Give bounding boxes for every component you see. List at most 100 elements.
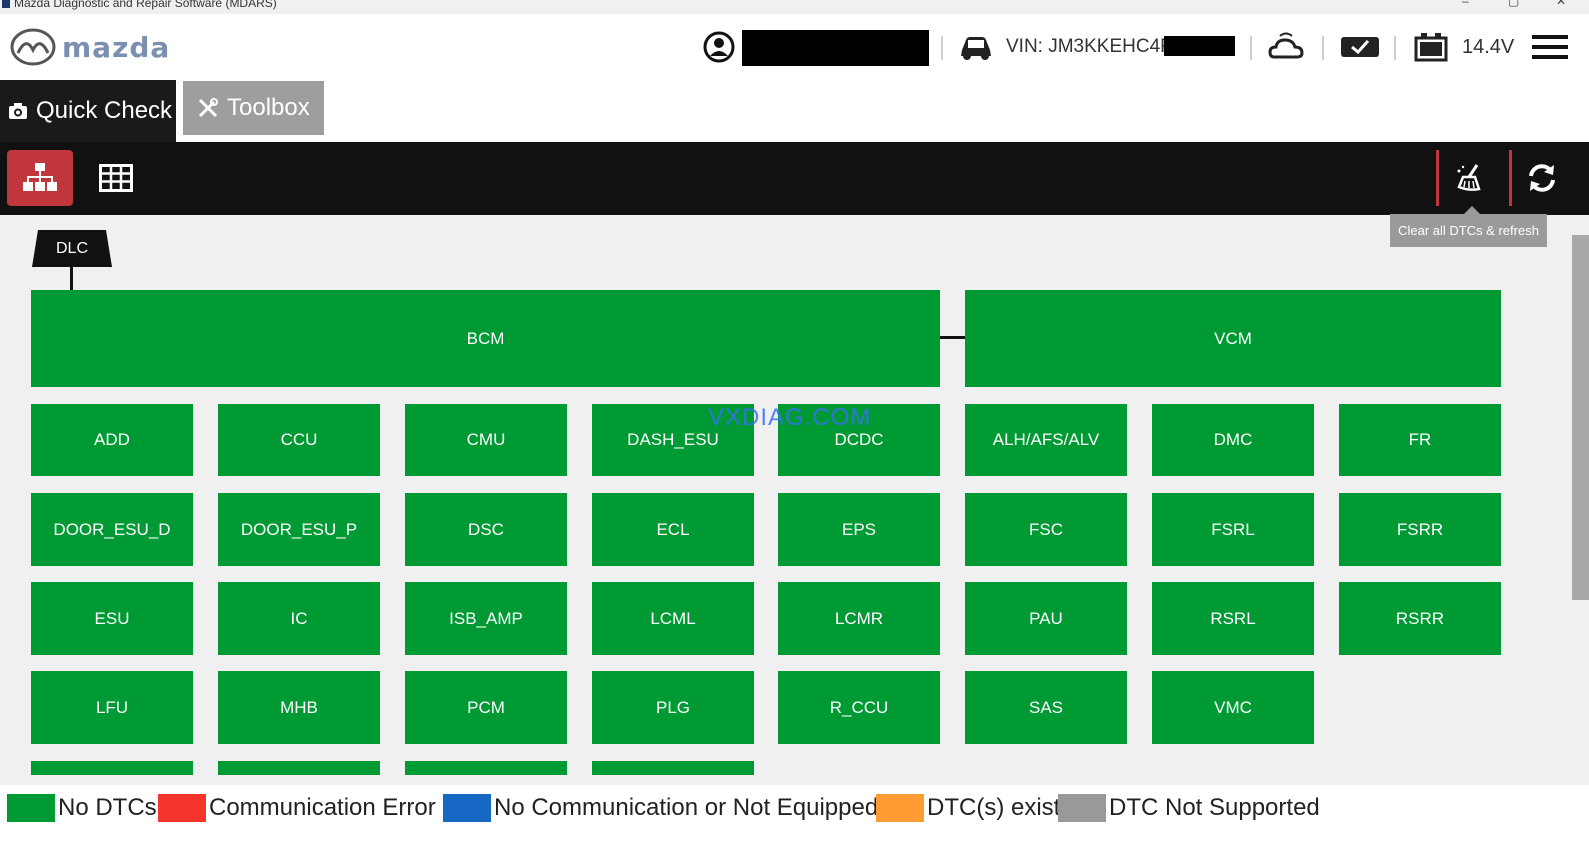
module-r-ccu[interactable]: R_CCU	[778, 671, 940, 744]
clear-dtcs-tooltip: Clear all DTCs & refresh	[1390, 214, 1547, 247]
vertical-scrollbar[interactable]	[1569, 215, 1589, 785]
module-partial[interactable]	[405, 761, 567, 775]
module-plg[interactable]: PLG	[592, 671, 754, 744]
legend-swatch	[876, 794, 924, 822]
restore-icon[interactable]: ▢	[1508, 0, 1519, 7]
window-title: Mazda Diagnostic and Repair Software (MD…	[14, 0, 277, 10]
close-icon[interactable]: ✕	[1556, 0, 1566, 7]
view-toolbar	[0, 142, 1589, 215]
module-dmc[interactable]: DMC	[1152, 404, 1314, 476]
hierarchy-icon	[23, 163, 57, 191]
module-ccu[interactable]: CCU	[218, 404, 380, 476]
module-vmc[interactable]: VMC	[1152, 671, 1314, 744]
module-partial[interactable]	[218, 761, 380, 775]
module-lcml[interactable]: LCML	[592, 582, 754, 655]
tab-toolbox-label: Toolbox	[227, 94, 310, 121]
module-dsc[interactable]: DSC	[405, 493, 567, 566]
mazda-logo: mazda	[10, 28, 170, 66]
module-pau[interactable]: PAU	[965, 582, 1127, 655]
module-door-esu-p[interactable]: DOOR_ESU_P	[218, 493, 380, 566]
legend-label: No Communication or Not Equipped	[494, 794, 879, 821]
module-isb-amp[interactable]: ISB_AMP	[405, 582, 567, 655]
tooltip-arrow	[1464, 206, 1480, 214]
refresh-button[interactable]	[1516, 150, 1568, 206]
module-esu[interactable]: ESU	[31, 582, 193, 655]
header-divider	[1394, 36, 1396, 60]
module-eps[interactable]: EPS	[778, 493, 940, 566]
module-lfu[interactable]: LFU	[31, 671, 193, 744]
status-legend: No DTCs Communication Error No Communica…	[0, 785, 1589, 835]
module-fsrr[interactable]: FSRR	[1339, 493, 1501, 566]
header-divider	[1250, 36, 1252, 60]
redacted-user-name	[742, 30, 929, 66]
car-icon	[961, 37, 991, 60]
module-mhb[interactable]: MHB	[218, 671, 380, 744]
module-door-esu-d[interactable]: DOOR_ESU_D	[31, 493, 193, 566]
legend-dtcs-exist: DTC(s) exist	[876, 793, 1060, 823]
broom-clean-icon	[1457, 164, 1481, 191]
header-divider	[1322, 36, 1324, 60]
header-divider	[941, 36, 943, 60]
module-fsc[interactable]: FSC	[965, 493, 1127, 566]
app-icon	[2, 0, 10, 8]
tab-toolbox[interactable]: Toolbox	[183, 81, 324, 135]
connection-status[interactable]	[1268, 14, 1304, 80]
brand-wordmark: mazda	[62, 30, 171, 64]
hamburger-menu-icon	[1532, 35, 1568, 59]
legend-no-communication: No Communication or Not Equipped	[443, 793, 878, 823]
module-cmu[interactable]: CMU	[405, 404, 567, 476]
dlc-label: DLC	[55, 239, 88, 257]
main-tabs: Quick Check Toolbox	[0, 80, 1589, 142]
minimize-icon[interactable]: –	[1462, 0, 1469, 7]
scrollbar-thumb[interactable]	[1572, 235, 1589, 600]
wireless-cloud-icon	[1268, 32, 1304, 59]
user-icon	[703, 31, 735, 63]
watermark-text: VXDIAG.COM	[708, 404, 872, 431]
module-rsrl[interactable]: RSRL	[1152, 582, 1314, 655]
toolbar-divider	[1509, 150, 1512, 206]
vci-status[interactable]	[1339, 14, 1381, 80]
vci-device-check-icon	[1341, 37, 1379, 57]
tab-quick-check-label: Quick Check	[36, 97, 173, 124]
grid-table-icon	[99, 164, 133, 192]
module-pcm[interactable]: PCM	[405, 671, 567, 744]
topology-canvas: DLC BCM VCM ADD CCU CMU DASH_ESU DCDC AL…	[0, 215, 1569, 785]
module-fr[interactable]: FR	[1339, 404, 1501, 476]
legend-communication-error: Communication Error	[158, 793, 436, 823]
module-rsrr[interactable]: RSRR	[1339, 582, 1501, 655]
module-alh-afs-alv[interactable]: ALH/AFS/ALV	[965, 404, 1127, 476]
topology-view-button[interactable]	[7, 150, 73, 206]
voltage-readout: 14.4V	[1462, 35, 1515, 58]
module-fsrl[interactable]: FSRL	[1152, 493, 1314, 566]
main-menu-button[interactable]	[1532, 14, 1568, 80]
user-profile[interactable]	[703, 14, 735, 80]
legend-swatch	[443, 794, 491, 822]
clear-dtcs-button[interactable]	[1444, 150, 1496, 206]
battery-status: 14.4V	[1414, 14, 1514, 80]
app-header: mazda VIN: JM3KKEHC4R 14.4V	[0, 14, 1589, 80]
module-ic[interactable]: IC	[218, 582, 380, 655]
module-partial[interactable]	[592, 761, 754, 775]
toolbar-divider	[1436, 150, 1439, 206]
module-partial[interactable]	[31, 761, 193, 775]
module-vcm[interactable]: VCM	[965, 290, 1501, 387]
legend-swatch	[7, 794, 55, 822]
vin-text: VIN: JM3KKEHC4R	[1006, 36, 1174, 57]
module-ecl[interactable]: ECL	[592, 493, 754, 566]
legend-label: Communication Error	[209, 794, 436, 821]
module-sas[interactable]: SAS	[965, 671, 1127, 744]
tab-quick-check[interactable]: Quick Check	[0, 80, 176, 142]
dlc-connector[interactable]: DLC	[32, 230, 112, 267]
module-bcm[interactable]: BCM	[31, 290, 940, 387]
table-view-button[interactable]	[90, 150, 142, 206]
legend-dtc-not-supported: DTC Not Supported	[1058, 793, 1320, 823]
module-lcmr[interactable]: LCMR	[778, 582, 940, 655]
module-add[interactable]: ADD	[31, 404, 193, 476]
bus-connection-line	[940, 336, 966, 339]
camera-icon	[9, 103, 27, 119]
redacted-vin-suffix	[1164, 36, 1235, 56]
battery-icon	[1414, 33, 1448, 62]
legend-swatch	[1058, 794, 1106, 822]
tools-icon	[198, 98, 218, 118]
vehicle-info[interactable]: VIN: JM3KKEHC4R	[958, 14, 1174, 80]
